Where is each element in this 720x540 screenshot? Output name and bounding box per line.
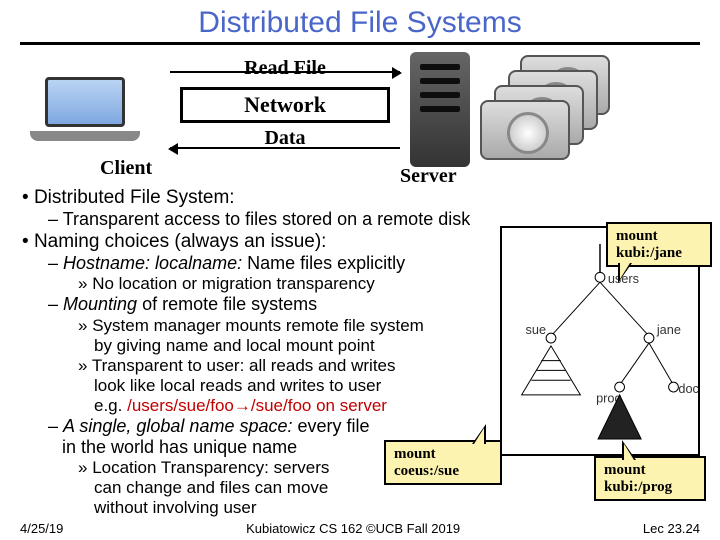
footer-date: 4/25/19 (20, 521, 63, 536)
callout-prog: mount kubi:/prog (594, 456, 706, 501)
text: on server (311, 396, 387, 415)
text: mount (604, 462, 646, 478)
footer-center: Kubiatowicz CS 162 ©UCB Fall 2019 (246, 521, 460, 536)
path-left: /users/sue/foo (127, 396, 234, 415)
text: Transparent to user: all reads and write… (92, 356, 396, 375)
text: mount (616, 228, 658, 244)
footer-right: Lec 23.24 (643, 521, 700, 536)
text: of remote file systems (137, 294, 317, 314)
path-right: /sue/foo (251, 396, 312, 415)
laptop-icon (30, 77, 150, 162)
text: in the world has unique name (62, 437, 297, 457)
callout-pointer-icon (472, 424, 486, 444)
top-diagram: Read File Network Data Client Server (20, 47, 700, 187)
text-italic: A single, global name space: (63, 416, 292, 436)
server-label: Server (400, 165, 457, 188)
bullet-loctrans3: without involving user (94, 498, 698, 518)
disk-stack-icon (480, 55, 610, 165)
text: Name files explicitly (242, 253, 405, 273)
text: Naming choices (always an issue): (34, 231, 327, 252)
data-label: Data (180, 127, 390, 150)
text: Distributed File System: (34, 187, 235, 208)
tree-jane: jane (656, 322, 681, 337)
text: can change and files can move (94, 478, 328, 497)
tree-doc: doc (678, 381, 698, 396)
text: without involving user (94, 498, 257, 517)
text-italic: Mounting (63, 294, 137, 314)
client-label: Client (100, 157, 152, 180)
text: Location Transparency: servers (92, 458, 329, 477)
arrow-icon: → (234, 396, 251, 415)
tree-sue: sue (526, 322, 547, 337)
text: mount (394, 446, 436, 462)
slide-title: Distributed File Systems (20, 0, 700, 45)
text: look like local reads and writes to user (94, 376, 381, 395)
callout-pointer-icon (618, 263, 632, 283)
read-label: Read File (180, 57, 390, 80)
server-icon (410, 52, 470, 167)
text: kubi:/prog (604, 479, 672, 495)
text: Transparent access to files stored on a … (63, 209, 471, 229)
text: System manager mounts remote file system (92, 316, 424, 335)
text: by giving name and local mount point (94, 336, 375, 355)
text-italic: Hostname: localname: (63, 253, 242, 273)
text: coeus:/sue (394, 463, 459, 479)
text: kubi:/jane (616, 245, 682, 261)
callout-jane: mount kubi:/jane (606, 222, 712, 267)
footer: 4/25/19 Kubiatowicz CS 162 ©UCB Fall 201… (0, 521, 720, 536)
network-box: Network (180, 87, 390, 123)
callout-sue: mount coeus:/sue (384, 440, 502, 485)
text: e.g. (94, 396, 127, 415)
text: No location or migration transparency (92, 274, 375, 293)
bullet-dfs: Distributed File System: (22, 187, 698, 209)
text: every file (293, 416, 370, 436)
callout-pointer-icon (622, 440, 636, 460)
